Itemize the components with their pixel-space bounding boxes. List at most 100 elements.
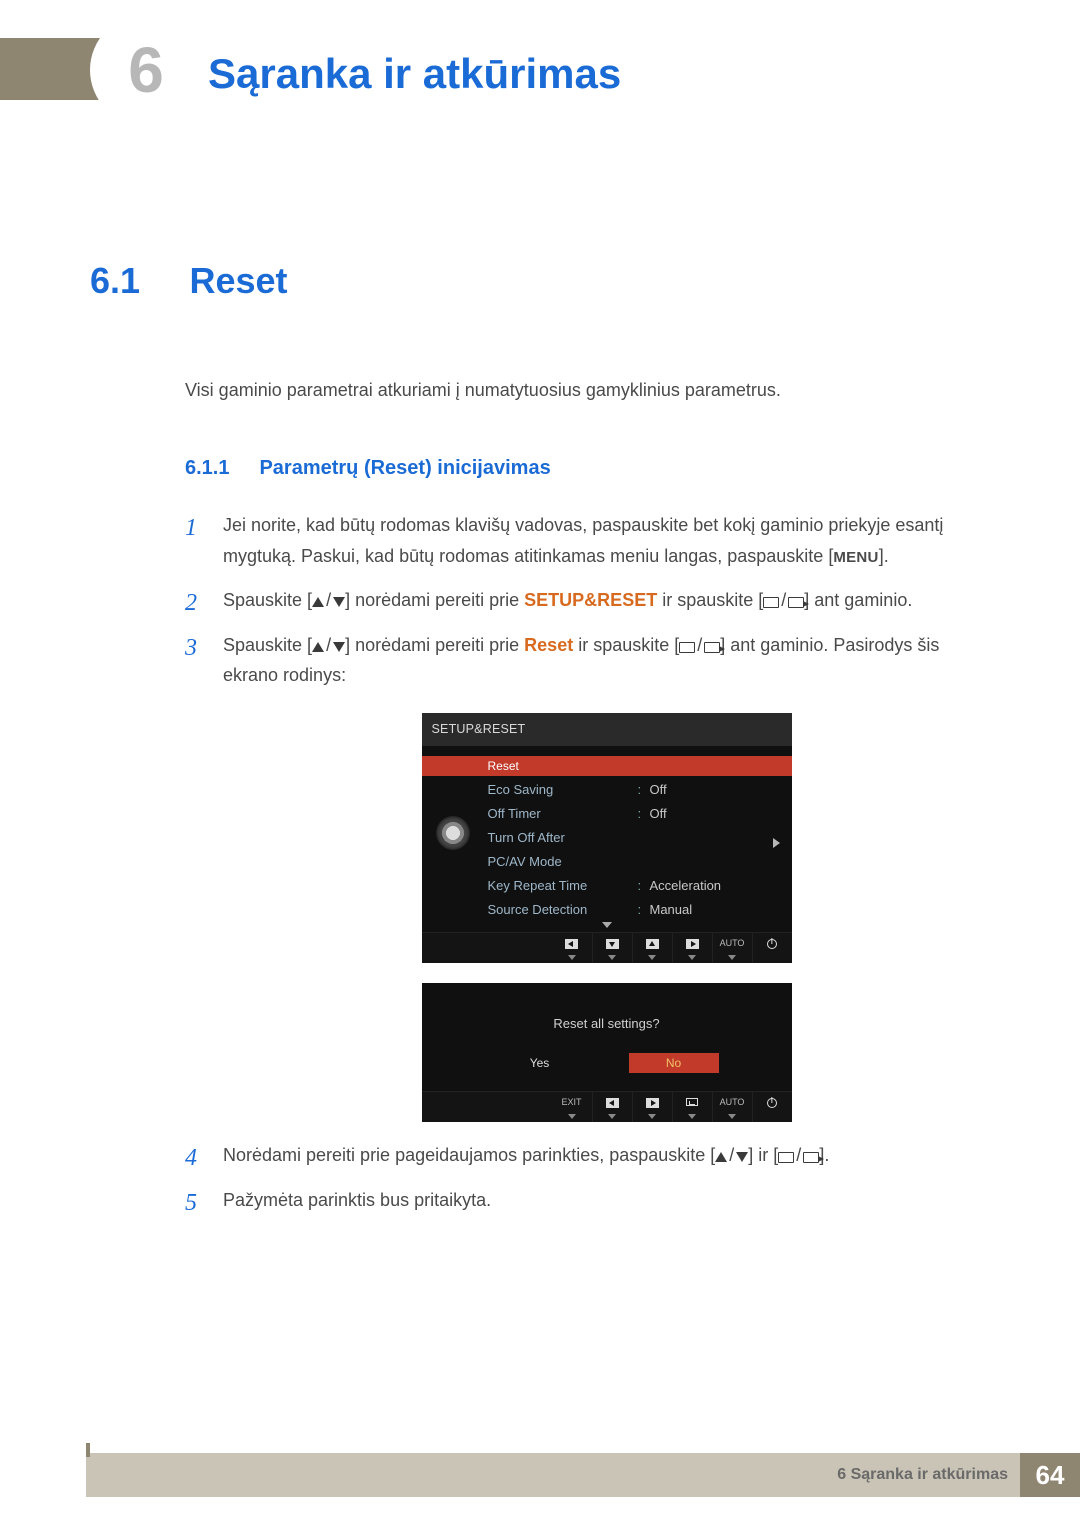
osd-exit-label: EXIT [561, 1098, 581, 1107]
step-4: 4 Norėdami pereiti prie pageidaujamos pa… [185, 1140, 990, 1171]
enter-icon [803, 1152, 819, 1163]
osd-item-label: Reset [488, 756, 638, 776]
osd-item-label: Off Timer [488, 803, 638, 825]
osd-title: SETUP&RESET [422, 713, 792, 746]
gear-icon [436, 816, 470, 850]
left-arrow-icon [606, 1098, 619, 1108]
section-intro: Visi gaminio parametrai atkuriami į numa… [185, 380, 990, 401]
osd-item-value: Manual [650, 899, 693, 921]
source-icon [679, 642, 695, 653]
osd-item: PC/AV Mode [488, 850, 778, 874]
osd-choice-yes: Yes [495, 1053, 585, 1073]
osd-confirm-question: Reset all settings? [436, 1013, 778, 1035]
reset-keyword: Reset [524, 635, 573, 655]
chapter-title: Sąranka ir atkūrimas [208, 50, 621, 98]
setup-reset-keyword: SETUP&RESET [524, 590, 657, 610]
footer-chapter: 6 Sąranka ir atkūrimas [837, 1466, 1008, 1484]
step-text: Norėdami pereiti prie pageidaujamos pari… [223, 1145, 715, 1165]
step-number: 3 [185, 628, 197, 669]
osd-item: Turn Off After [488, 826, 778, 850]
subsection-number: 6.1.1 [185, 457, 255, 480]
steps-list: 1 Jei norite, kad būtų rodomas klavišų v… [185, 510, 990, 1216]
power-icon [767, 1098, 777, 1108]
power-icon [767, 939, 777, 949]
down-arrow-icon [606, 939, 619, 949]
osd-button-bar: EXIT AUTO [422, 1091, 792, 1122]
osd-power [752, 1092, 792, 1122]
step-text: ir spauskite [ [573, 635, 679, 655]
osd-item-label: Key Repeat Time [488, 875, 638, 897]
osd-auto-label: AUTO [720, 939, 745, 948]
step-text: ] norėdami pereiti prie [345, 590, 524, 610]
down-arrow-icon [333, 597, 345, 607]
chapter-number-badge: 6 [100, 24, 192, 116]
osd-setup-reset-menu: SETUP&RESET Reset Eco Saving:Off Off Tim… [422, 713, 792, 963]
right-arrow-icon [686, 939, 699, 949]
osd-nav-right [672, 933, 712, 963]
menu-keyword: MENU [833, 549, 878, 566]
left-arrow-icon [565, 939, 578, 949]
up-arrow-icon [312, 642, 324, 652]
osd-power [752, 933, 792, 963]
up-arrow-icon [715, 1152, 727, 1162]
osd-enter [672, 1092, 712, 1122]
osd-item-label: Source Detection [488, 899, 638, 921]
osd-auto: AUTO [712, 933, 752, 963]
step-text: Pažymėta parinktis bus pritaikyta. [223, 1190, 491, 1210]
page-footer: 6 Sąranka ir atkūrimas 64 [0, 1453, 1080, 1497]
step-1: 1 Jei norite, kad būtų rodomas klavišų v… [185, 510, 990, 571]
step-text: ] norėdami pereiti prie [345, 635, 524, 655]
section-heading: 6.1 Reset [90, 260, 990, 302]
osd-button-bar: AUTO [422, 932, 792, 963]
step-text: ] ant gaminio. [804, 590, 912, 610]
osd-nav-up [632, 933, 672, 963]
step-number: 1 [185, 508, 197, 549]
osd-item-value: Off [650, 803, 667, 825]
enter-icon [686, 1098, 698, 1106]
down-arrow-icon [736, 1152, 748, 1162]
osd-nav-left [552, 933, 592, 963]
osd-exit: EXIT [552, 1092, 592, 1122]
osd-item: Source Detection:Manual [488, 898, 778, 922]
step-text: Spauskite [ [223, 635, 312, 655]
osd-item-label: Eco Saving [488, 779, 638, 801]
osd-item-label: PC/AV Mode [488, 851, 638, 873]
source-icon [778, 1152, 794, 1163]
osd-item-label: Turn Off After [488, 827, 638, 849]
osd-item: Key Repeat Time:Acceleration [488, 874, 778, 898]
step-text: ] ir [ [748, 1145, 778, 1165]
osd-nav-left [592, 1092, 632, 1122]
step-2: 2 Spauskite [/] norėdami pereiti prie SE… [185, 585, 990, 616]
osd-choice-no: No [629, 1053, 719, 1073]
right-arrow-icon [646, 1098, 659, 1108]
section-number: 6.1 [90, 260, 185, 302]
step-5: 5 Pažymėta parinktis bus pritaikyta. [185, 1185, 990, 1216]
step-text: Spauskite [ [223, 590, 312, 610]
section-title: Reset [189, 260, 287, 302]
up-arrow-icon [312, 597, 324, 607]
step-text: ]. [819, 1145, 829, 1165]
step-number: 2 [185, 583, 197, 624]
scroll-down-icon [602, 922, 612, 928]
osd-nav-down [592, 933, 632, 963]
step-text: ir spauskite [ [657, 590, 763, 610]
osd-item: Eco Saving:Off [488, 778, 778, 802]
up-arrow-icon [646, 939, 659, 949]
source-icon [763, 597, 779, 608]
step-3: 3 Spauskite [/] norėdami pereiti prie Re… [185, 630, 990, 1123]
enter-icon [704, 642, 720, 653]
osd-nav-right [632, 1092, 672, 1122]
osd-item-value: Off [650, 779, 667, 801]
step-text: ]. [879, 546, 889, 566]
submenu-arrow-icon [773, 838, 780, 848]
subsection-title: Parametrų (Reset) inicijavimas [259, 457, 550, 480]
osd-auto: AUTO [712, 1092, 752, 1122]
enter-icon [788, 597, 804, 608]
osd-item-value: Acceleration [650, 875, 722, 897]
osd-auto-label: AUTO [720, 1098, 745, 1107]
osd-item-reset: Reset [422, 756, 792, 776]
down-arrow-icon [333, 642, 345, 652]
step-number: 4 [185, 1138, 197, 1179]
osd-reset-confirm: Reset all settings? Yes No EXIT AUTO [422, 983, 792, 1122]
step-number: 5 [185, 1183, 197, 1224]
